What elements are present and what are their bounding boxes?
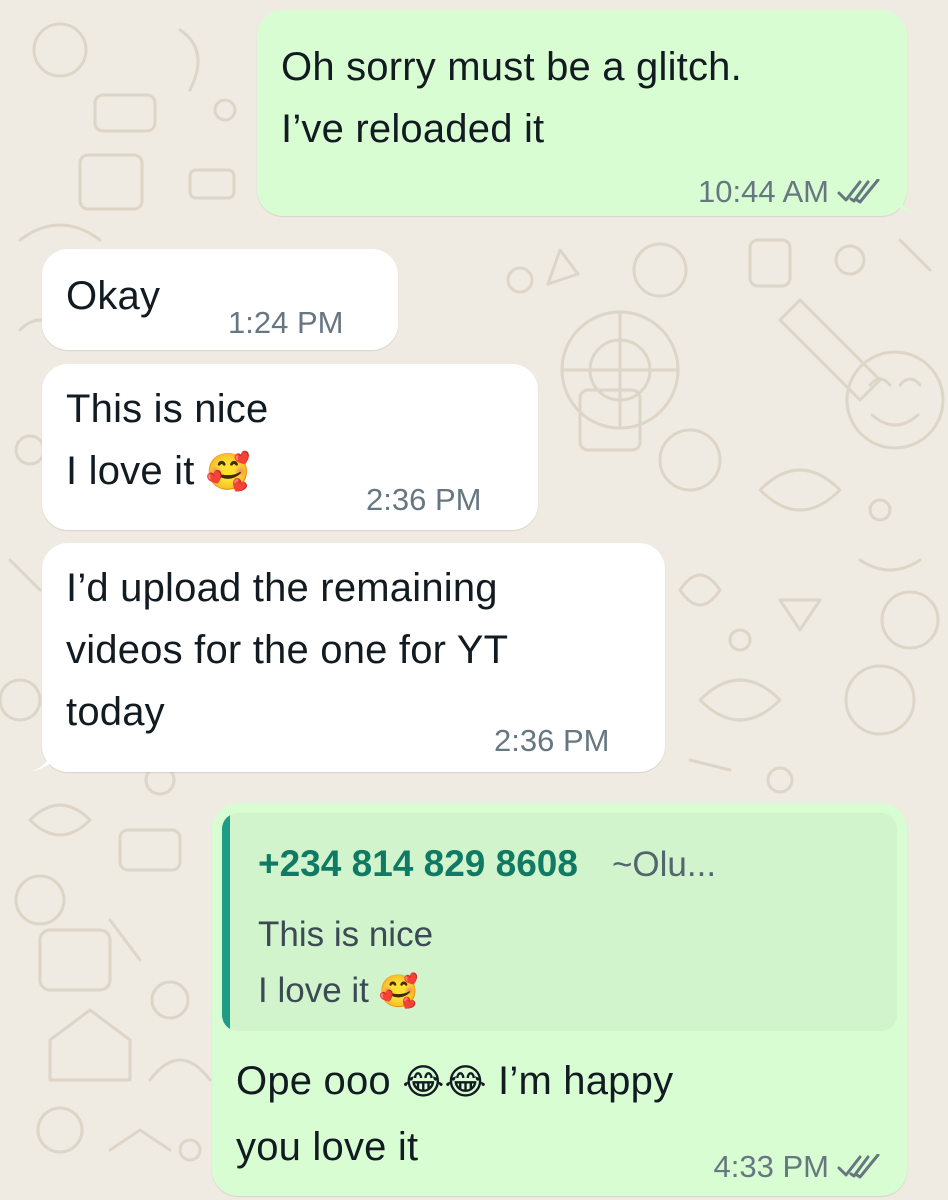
- quoted-sender-name: ~Olu...: [611, 845, 717, 884]
- message-bubble-incoming[interactable]: This is nice I love it 🥰 2:36 PM: [42, 364, 538, 530]
- quoted-message[interactable]: +234 814 829 8608 ~Olu... This is nice I…: [222, 813, 897, 1031]
- message-time: 2:36 PM: [494, 723, 610, 758]
- message-bubble-outgoing[interactable]: Oh sorry must be a glitch. I’ve reloaded…: [257, 10, 907, 216]
- message-text: I’d upload the remaining videos for the …: [66, 566, 509, 734]
- face-with-tears-of-joy-emoji: 😂😂: [402, 1062, 487, 1103]
- message-meta: 4:33 PM: [714, 1149, 881, 1185]
- reply-text-part2: I’m happy: [498, 1059, 674, 1103]
- message-time: 10:44 AM: [698, 174, 829, 209]
- message-time: 1:24 PM: [228, 305, 344, 340]
- reply-text-part1: Ope ooo: [236, 1059, 391, 1103]
- quote-accent-bar: [222, 813, 230, 1031]
- double-check-icon: [837, 1154, 880, 1179]
- bubble-tail: [28, 748, 52, 772]
- message-text: This is nice I love it 🥰: [66, 378, 268, 504]
- message-meta: 2:36 PM: [366, 482, 481, 518]
- quoted-message-header: +234 814 829 8608 ~Olu...: [258, 843, 716, 885]
- quoted-sender-phone: +234 814 829 8608: [258, 843, 578, 884]
- message-bubble-incoming[interactable]: Okay 1:24 PM: [42, 249, 398, 350]
- message-meta: 1:24 PM: [228, 305, 343, 341]
- message-bubble-incoming[interactable]: I’d upload the remaining videos for the …: [42, 543, 665, 772]
- bubble-tail: [898, 192, 922, 216]
- message-time: 4:33 PM: [713, 1149, 829, 1184]
- quoted-message-text: This is nice I love it 🥰: [258, 907, 433, 1019]
- message-text: Ope ooo 😂😂 I’m happy you love it: [236, 1049, 673, 1179]
- message-bubble-outgoing-reply[interactable]: +234 814 829 8608 ~Olu... This is nice I…: [212, 803, 907, 1196]
- double-check-icon: [837, 179, 880, 204]
- message-meta: 2:36 PM: [494, 723, 609, 759]
- reply-text-line2: you love it: [236, 1125, 419, 1169]
- message-meta: 10:44 AM: [698, 174, 881, 210]
- message-text: Okay: [66, 274, 161, 318]
- smiling-face-with-hearts-emoji: 🥰: [378, 972, 419, 1010]
- message-time: 2:36 PM: [366, 482, 482, 517]
- smiling-face-with-hearts-emoji: 🥰: [205, 452, 251, 493]
- message-text: Oh sorry must be a glitch. I’ve reloaded…: [281, 45, 742, 151]
